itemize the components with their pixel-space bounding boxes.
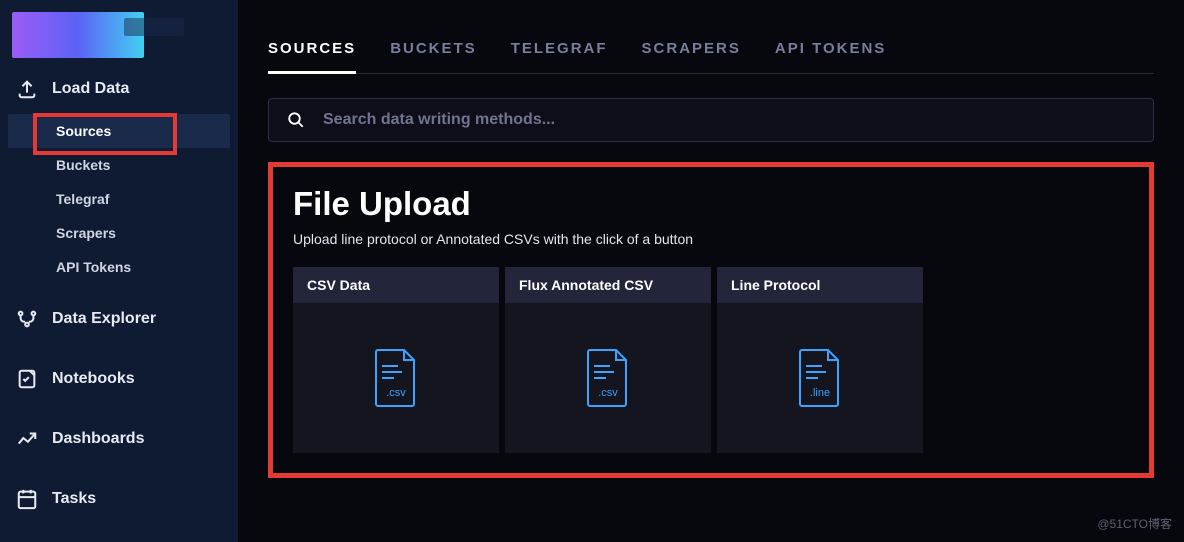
org-logo[interactable] <box>12 12 144 58</box>
card-flux-title: Flux Annotated CSV <box>505 267 711 303</box>
subnav-api-tokens[interactable]: API Tokens <box>8 250 230 284</box>
card-flux-csv[interactable]: Flux Annotated CSV .csv <box>505 267 711 453</box>
nav-data-explorer[interactable]: Data Explorer <box>8 298 230 340</box>
tab-scrapers[interactable]: SCRAPERS <box>642 30 741 73</box>
tasks-icon <box>16 488 38 510</box>
subnav-api-tokens-label: API Tokens <box>56 259 131 275</box>
search-input[interactable] <box>323 111 1135 129</box>
subnav-scrapers-label: Scrapers <box>56 225 116 241</box>
card-line-title: Line Protocol <box>717 267 923 303</box>
tab-sources-label: SOURCES <box>268 40 356 57</box>
tabs: SOURCES BUCKETS TELEGRAF SCRAPERS API TO… <box>268 30 1154 74</box>
file-flux-icon: .csv <box>584 348 632 408</box>
nav-notebooks[interactable]: Notebooks <box>8 358 230 400</box>
card-line-protocol[interactable]: Line Protocol .line <box>717 267 923 453</box>
load-data-subnav: Sources Buckets Telegraf Scrapers API To… <box>8 110 230 298</box>
nav-tasks-label: Tasks <box>52 490 96 508</box>
upload-cards: CSV Data .csv Flux Annotated CSV .csv Li… <box>293 267 1129 453</box>
card-csv-data[interactable]: CSV Data .csv <box>293 267 499 453</box>
tab-telegraf-label: TELEGRAF <box>511 40 608 57</box>
subnav-telegraf-label: Telegraf <box>56 191 109 207</box>
tab-buckets[interactable]: BUCKETS <box>390 30 477 73</box>
tab-scrapers-label: SCRAPERS <box>642 40 741 57</box>
watermark: @51CTO博客 <box>1097 515 1172 532</box>
explorer-icon <box>16 308 38 330</box>
nav-load-data[interactable]: Load Data <box>8 68 230 110</box>
card-csv-title: CSV Data <box>293 267 499 303</box>
subnav-telegraf[interactable]: Telegraf <box>8 182 230 216</box>
panel-subtitle: Upload line protocol or Annotated CSVs w… <box>293 231 1129 247</box>
tab-telegraf[interactable]: TELEGRAF <box>511 30 608 73</box>
nav-notebooks-label: Notebooks <box>52 370 135 388</box>
file-line-icon: .line <box>796 348 844 408</box>
svg-text:.csv: .csv <box>386 387 406 399</box>
sidebar: Load Data Sources Buckets Telegraf Scrap… <box>0 0 238 542</box>
tab-api-tokens[interactable]: API TOKENS <box>775 30 886 73</box>
subnav-sources[interactable]: Sources <box>8 114 230 148</box>
notebook-icon <box>16 368 38 390</box>
svg-text:.csv: .csv <box>598 387 618 399</box>
upload-icon <box>16 78 38 100</box>
nav-data-explorer-label: Data Explorer <box>52 310 156 328</box>
search-bar[interactable] <box>268 98 1154 142</box>
tab-buckets-label: BUCKETS <box>390 40 477 57</box>
panel-title: File Upload <box>293 185 1129 223</box>
subnav-buckets-label: Buckets <box>56 157 110 173</box>
nav-dashboards-label: Dashboards <box>52 430 144 448</box>
file-upload-panel: File Upload Upload line protocol or Anno… <box>268 162 1154 478</box>
nav-dashboards[interactable]: Dashboards <box>8 418 230 460</box>
nav-load-data-label: Load Data <box>52 80 129 98</box>
tab-api-tokens-label: API TOKENS <box>775 40 886 57</box>
subnav-sources-label: Sources <box>56 123 111 139</box>
svg-text:.line: .line <box>810 387 830 399</box>
subnav-scrapers[interactable]: Scrapers <box>8 216 230 250</box>
dashboard-icon <box>16 428 38 450</box>
main-content: SOURCES BUCKETS TELEGRAF SCRAPERS API TO… <box>238 0 1184 542</box>
search-icon <box>287 111 305 129</box>
tab-sources[interactable]: SOURCES <box>268 30 356 73</box>
subnav-buckets[interactable]: Buckets <box>8 148 230 182</box>
file-csv-icon: .csv <box>372 348 420 408</box>
nav-tasks[interactable]: Tasks <box>8 478 230 520</box>
